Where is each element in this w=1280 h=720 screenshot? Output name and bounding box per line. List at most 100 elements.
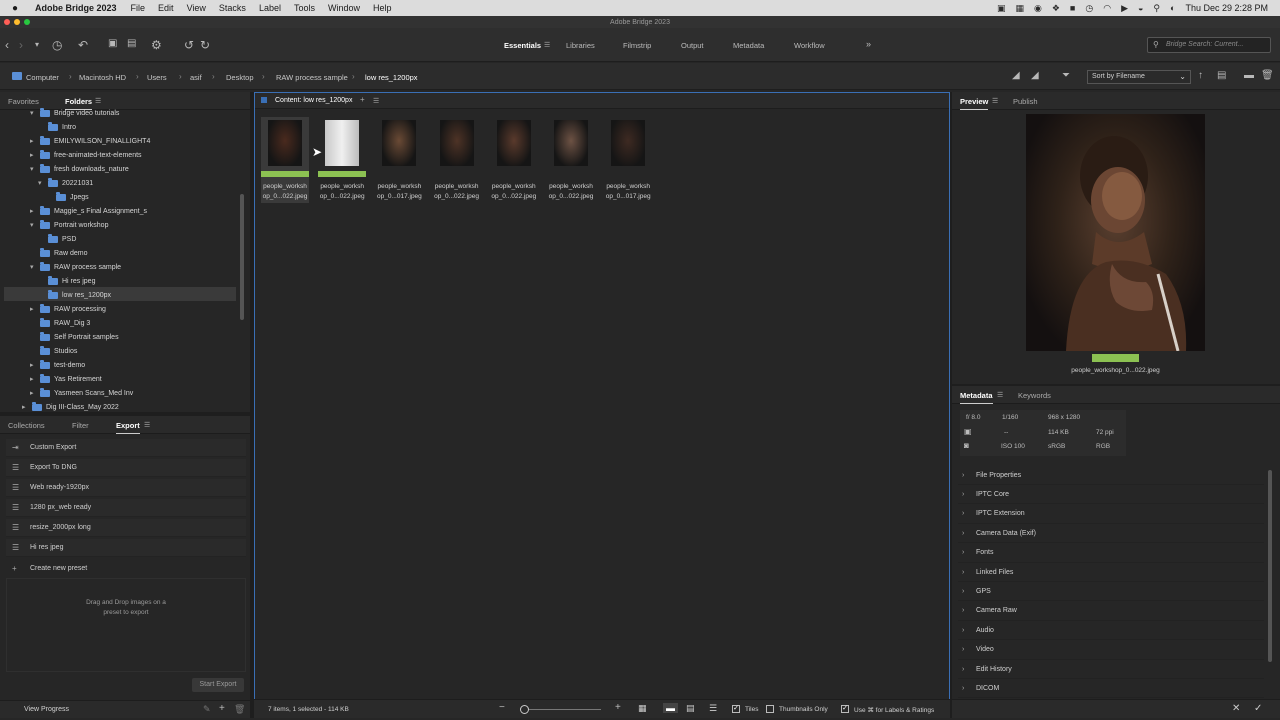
breadcrumb-low-res[interactable]: low res_1200px [365,73,418,82]
panel-menu-icon[interactable]: ☰ [95,97,101,105]
chevron-right-icon[interactable]: ▸ [30,137,40,145]
folder-tree-item[interactable]: RAW_Dig 3 [30,316,90,330]
metadata-section[interactable]: › Camera Data (Exif) [958,524,1264,544]
tab-filter[interactable]: Filter [72,421,89,430]
rotate-right-icon[interactable]: ↻ [200,38,210,52]
tab-keywords[interactable]: Keywords [1018,391,1051,400]
export-drop-zone[interactable]: Drag and Drop images on a preset to expo… [6,578,246,672]
folder-tree-item[interactable]: ▸ free-animated-text-elements [30,148,142,162]
close-window-button[interactable] [4,19,10,25]
thumbnail-item[interactable]: people_worksh op_0...017.jpeg [375,117,423,203]
control-center-icon[interactable]: ◐ [1170,3,1175,13]
thumbnail-item[interactable]: people_worksh op_0...022.jpeg [261,117,309,203]
folder-tree-item[interactable]: low res_1200px [38,288,111,302]
thumbnail-image[interactable] [325,120,360,166]
thumbnail-image[interactable] [439,120,474,166]
preset-web-ready-1920[interactable]: ☰ Web ready-1920px [6,479,246,497]
menu-window[interactable]: Window [328,3,360,13]
refine-icon[interactable]: ▤ [127,38,136,49]
preset-export-to-dng[interactable]: ☰ Export To DNG [6,459,246,477]
tab-publish[interactable]: Publish [1013,97,1038,106]
folder-tree-item[interactable]: ▸ Yasmeen Scans_Med Inv [30,386,133,400]
right-horizontal-divider[interactable] [952,384,1280,386]
zoom-out-icon[interactable]: − [499,702,505,713]
tab-folders[interactable]: Folders [65,97,93,110]
quality-triangle-icon[interactable]: ◢ [1012,70,1020,81]
metadata-section[interactable]: › Camera Raw [958,602,1264,621]
metadata-section[interactable]: › IPTC Extension [958,505,1264,524]
panel-menu-icon[interactable]: ☰ [144,421,150,429]
workspace-workflow[interactable]: Workflow [794,41,825,50]
chevron-right-icon[interactable]: ▸ [30,389,40,397]
menu-view[interactable]: View [187,3,206,13]
folder-tree-item[interactable]: Studios [30,344,77,358]
menu-file[interactable]: File [131,3,146,13]
folder-tree-item[interactable]: ▸ Yas Retirement [30,372,102,386]
start-export-button[interactable]: Start Export [192,678,244,692]
clock[interactable]: Thu Dec 29 2:28 PM [1185,3,1268,13]
chevron-right-icon[interactable]: ▸ [30,375,40,383]
metadata-section[interactable]: › GPS [958,582,1264,602]
folder-tree-item[interactable]: ▾ 20221031 [38,176,93,190]
metadata-section[interactable]: › Fonts [958,544,1264,563]
spotlight-icon[interactable]: ⚲ [1153,3,1160,14]
rating-filter-icon[interactable]: ◢ [1031,70,1039,81]
thumbnail-image[interactable] [382,120,417,166]
chevron-right-icon[interactable]: ▸ [30,361,40,369]
folder-tree-item[interactable]: Jpegs [46,190,89,204]
filter-funnel-icon[interactable]: ⏷ [1062,70,1070,81]
thumbnail-image[interactable] [554,120,588,166]
preset-1280-web-ready[interactable]: ☰ 1280 px_web ready [6,499,246,517]
search-input[interactable]: Bridge Search: Current... [1166,41,1243,48]
apply-check-icon[interactable]: ✓ [1254,703,1262,714]
chevron-right-icon[interactable]: ▸ [30,207,40,215]
folder-tree-item[interactable]: ▾ Bridge video tutorials [30,106,119,120]
metadata-section[interactable]: › File Properties [958,466,1264,485]
chevron-down-icon[interactable]: ▾ [38,179,48,187]
right-divider[interactable] [950,92,952,718]
view-progress-link[interactable]: View Progress [24,706,69,713]
folder-tree-item[interactable]: ▾ fresh downloads_nature [30,162,129,176]
panel-menu-icon[interactable]: ☰ [373,97,379,105]
thumbnail-image[interactable] [268,120,302,166]
thumbnail-view-icon[interactable]: ▬ [663,703,678,713]
recent-chevron-down-icon[interactable]: ▾ [35,40,39,49]
sort-ascending-icon[interactable]: ↑ [1198,70,1203,81]
folder-tree-item[interactable]: Hi res jpeg [38,274,95,288]
folder-tree-item[interactable]: ▾ Portrait workshop [30,218,108,232]
adobe-icon[interactable]: ■ [1070,3,1075,13]
folder-tree-item[interactable]: Self Portrait samples [30,330,119,344]
folder-tree-item[interactable]: Raw demo [30,246,87,260]
menu-stacks[interactable]: Stacks [219,3,246,13]
thumbnail-image[interactable] [611,120,646,166]
metadata-section[interactable]: › IPTC Core [958,485,1264,505]
tab-export[interactable]: Export [116,421,140,434]
camera-icon[interactable]: ◉ [1034,3,1042,14]
forward-icon[interactable]: › [19,38,23,52]
thumbnails-only-checkbox[interactable] [766,705,774,713]
recent-files-icon[interactable]: ◷ [52,38,62,52]
tiles-checkbox[interactable]: ✓ [732,705,740,713]
add-tab-icon[interactable]: + [360,95,365,104]
rotate-left-icon[interactable]: ↺ [184,38,194,52]
thumbnail-item[interactable]: people_worksh op_0...022.jpeg [490,117,538,203]
back-icon[interactable]: ‹ [5,38,9,52]
preset-hi-res-jpeg[interactable]: ☰ Hi res jpeg [6,539,246,557]
menu-label[interactable]: Label [259,3,281,13]
apple-icon[interactable]: ● [12,3,28,14]
new-folder-icon[interactable]: ▬ [1244,70,1254,81]
trash-icon[interactable]: 🗑 [1261,70,1274,81]
breadcrumb-asif[interactable]: asif [190,73,202,82]
folder-tree-item[interactable]: Intro [38,120,76,134]
get-photos-camera-icon[interactable]: ▣ [108,38,117,49]
chevron-right-icon[interactable]: ▸ [30,305,40,313]
add-icon[interactable]: + [219,703,225,714]
folder-tree-item[interactable]: ▸ RAW processing [30,302,106,316]
minimize-window-button[interactable] [14,19,20,25]
breadcrumb-computer[interactable]: Computer [26,73,59,82]
metadata-section[interactable]: › Edit History [958,660,1264,679]
panel-menu-icon[interactable]: ☰ [992,97,998,105]
folder-tree-item[interactable]: ▸ EMILYWILSON_FINALLIGHT4 [30,134,150,148]
breadcrumb-desktop[interactable]: Desktop [226,73,254,82]
menu-tools[interactable]: Tools [294,3,315,13]
